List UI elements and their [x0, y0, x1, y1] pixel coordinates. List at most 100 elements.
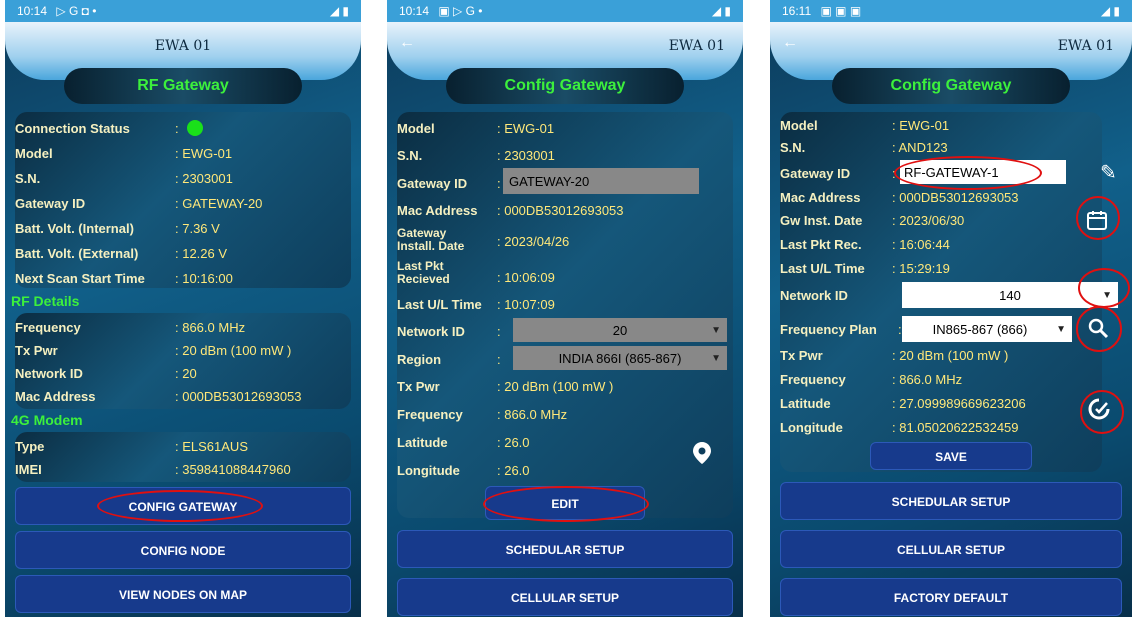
- frequency-plan-select[interactable]: IN865-867 (866) ▼: [902, 316, 1072, 342]
- row-label: Tx Pwr: [15, 342, 58, 358]
- latitude-value: : 26.0: [497, 434, 530, 450]
- save-button[interactable]: SAVE: [870, 442, 1032, 470]
- info-row: Model : EWG-01: [15, 143, 351, 163]
- tx-pwr-label: Tx Pwr: [780, 347, 823, 363]
- info-row: Longitude : 81.05020622532459: [780, 418, 1122, 436]
- modem-row: Type : ELS61AUS: [15, 436, 351, 456]
- row-value: : 10:16:00: [175, 270, 233, 286]
- factory-default-button[interactable]: FACTORY DEFAULT: [780, 578, 1122, 616]
- install-date-value: : 2023/06/30: [892, 212, 965, 228]
- pencil-edit-icon[interactable]: ✎: [1100, 160, 1117, 185]
- highlight-circle: [97, 490, 263, 522]
- model-label: Model: [780, 117, 818, 133]
- model-label: Model: [397, 120, 435, 136]
- install-date-label: Gw Inst. Date: [780, 212, 863, 228]
- gateway-id-value: GATEWAY-20: [509, 173, 590, 189]
- info-row: Last U/L Time : 15:29:19: [780, 259, 1122, 277]
- longitude-label: Longitude: [780, 419, 843, 435]
- sn-label: S.N.: [397, 147, 423, 163]
- phone-screen-config-gateway-edit: 16:11 ▣ ▣ ▣ ◢ ▮ ← EWA 01 Config Gateway …: [770, 0, 1132, 617]
- rf-row: Tx Pwr : 20 dBm (100 mW ): [15, 340, 351, 360]
- schedular-setup-button[interactable]: SCHEDULAR SETUP: [397, 530, 733, 568]
- network-id-value: 140: [999, 287, 1021, 303]
- row-label: Next Scan Start Time: [15, 270, 145, 286]
- mac-label: Mac Address: [780, 189, 861, 205]
- status-bar: 10:14 ▷ G ◘ • ◢ ▮: [5, 0, 361, 22]
- info-row: Tx Pwr : 20 dBm (100 mW ): [780, 346, 1122, 364]
- header-title: EWA 01: [154, 38, 212, 54]
- info-row: Last U/L Time : 10:07:09: [397, 294, 733, 314]
- row-label: Mac Address: [15, 388, 96, 404]
- info-row: Model : EWG-01: [397, 118, 733, 138]
- signal-battery-icon: ◢ ▮: [1100, 4, 1120, 18]
- last-ul-label: Last U/L Time: [397, 296, 482, 312]
- frequency-label: Frequency: [780, 371, 846, 387]
- modem-row: IMEI : 359841088447960: [15, 459, 351, 479]
- status-icons: ▷ G ◘ •: [56, 4, 97, 18]
- row-value: : 12.26 V: [175, 245, 228, 261]
- info-row: Gw Inst. Date : 2023/06/30: [780, 211, 1122, 229]
- gateway-id-field[interactable]: GATEWAY-20: [503, 168, 699, 194]
- row-label: Batt. Volt. (Internal): [15, 220, 134, 236]
- model-value: : EWG-01: [892, 117, 950, 133]
- info-row: Frequency : 866.0 MHz: [397, 404, 733, 424]
- info-row: Batt. Volt. (Internal) : 7.36 V: [15, 218, 351, 238]
- tx-pwr-value: : 20 dBm (100 mW ): [892, 347, 1009, 363]
- view-nodes-on-map-button[interactable]: VIEW NODES ON MAP: [15, 575, 351, 613]
- latitude-label: Latitude: [397, 434, 448, 450]
- network-id-label: Network ID: [780, 287, 848, 303]
- highlight-circle: [1078, 268, 1130, 308]
- location-pin-icon[interactable]: [693, 442, 711, 464]
- info-row: S.N. : 2303001: [15, 168, 351, 188]
- status-icons: ▣ ▷ G •: [438, 4, 483, 18]
- frequency-value: : 866.0 MHz: [892, 371, 963, 387]
- info-row: Latitude : 26.0: [397, 432, 733, 452]
- last-ul-value: : 15:29:19: [892, 260, 950, 276]
- phone-screen-rf-gateway: 10:14 ▷ G ◘ • ◢ ▮ EWA 01 RF Gateway Conn…: [5, 0, 361, 617]
- longitude-value: : 26.0: [497, 462, 530, 478]
- cellular-setup-button[interactable]: CELLULAR SETUP: [397, 578, 733, 616]
- latitude-label: Latitude: [780, 395, 831, 411]
- row-value: : 20: [175, 365, 197, 381]
- install-date-label: Gateway Install. Date: [397, 226, 465, 253]
- schedular-setup-button[interactable]: SCHEDULAR SETUP: [780, 482, 1122, 520]
- frequency-plan-label: Frequency Plan: [780, 321, 877, 337]
- info-row: Last Pkt Rec. : 16:06:44: [780, 235, 1122, 253]
- network-id-select[interactable]: 20 ▼: [513, 318, 727, 342]
- frequency-label: Frequency: [397, 406, 463, 422]
- info-row: Mac Address : 000DB53012693053: [780, 188, 1122, 206]
- network-id-label: Network ID: [397, 323, 465, 339]
- rf-row: Network ID : 20: [15, 363, 351, 383]
- info-row: Mac Address : 000DB53012693053: [397, 200, 733, 220]
- section-heading-modem: 4G Modem: [11, 412, 83, 428]
- highlight-circle: [1076, 196, 1120, 240]
- highlight-circle: [1080, 390, 1124, 434]
- signal-battery-icon: ◢ ▮: [329, 4, 349, 18]
- page-title: Config Gateway: [446, 68, 684, 104]
- row-label: S.N.: [15, 170, 41, 186]
- last-pkt-label: Last Pkt Rec.: [780, 236, 862, 252]
- info-row: Model : EWG-01: [780, 116, 1122, 134]
- rf-row: Mac Address : 000DB53012693053: [15, 386, 351, 406]
- sn-label: S.N.: [780, 139, 806, 155]
- status-time: 16:11: [782, 4, 812, 18]
- info-row: Connection Status :: [15, 118, 351, 138]
- gateway-id-label: Gateway ID: [780, 165, 851, 181]
- last-ul-value: : 10:07:09: [497, 296, 555, 312]
- mac-value: : 000DB53012693053: [497, 202, 624, 218]
- sn-value: : 2303001: [497, 147, 555, 163]
- row-label: Gateway ID: [15, 195, 86, 211]
- region-select[interactable]: INDIA 866I (865-867) ▼: [513, 346, 727, 370]
- last-pkt-value: : 10:06:09: [497, 270, 555, 285]
- info-row: S.N. : AND123: [780, 138, 1122, 156]
- info-row: S.N. : 2303001: [397, 145, 733, 165]
- row-value: : ELS61AUS: [175, 438, 248, 454]
- highlight-circle: [894, 156, 1042, 190]
- mac-value: : 000DB53012693053: [892, 189, 1019, 205]
- config-node-button[interactable]: CONFIG NODE: [15, 531, 351, 569]
- mac-label: Mac Address: [397, 202, 478, 218]
- info-row: Last Pkt Recieved : 10:06:09: [397, 258, 733, 288]
- cellular-setup-button[interactable]: CELLULAR SETUP: [780, 530, 1122, 568]
- page-title: RF Gateway: [64, 68, 302, 104]
- info-row: Gateway Install. Date : 2023/04/26: [397, 224, 733, 256]
